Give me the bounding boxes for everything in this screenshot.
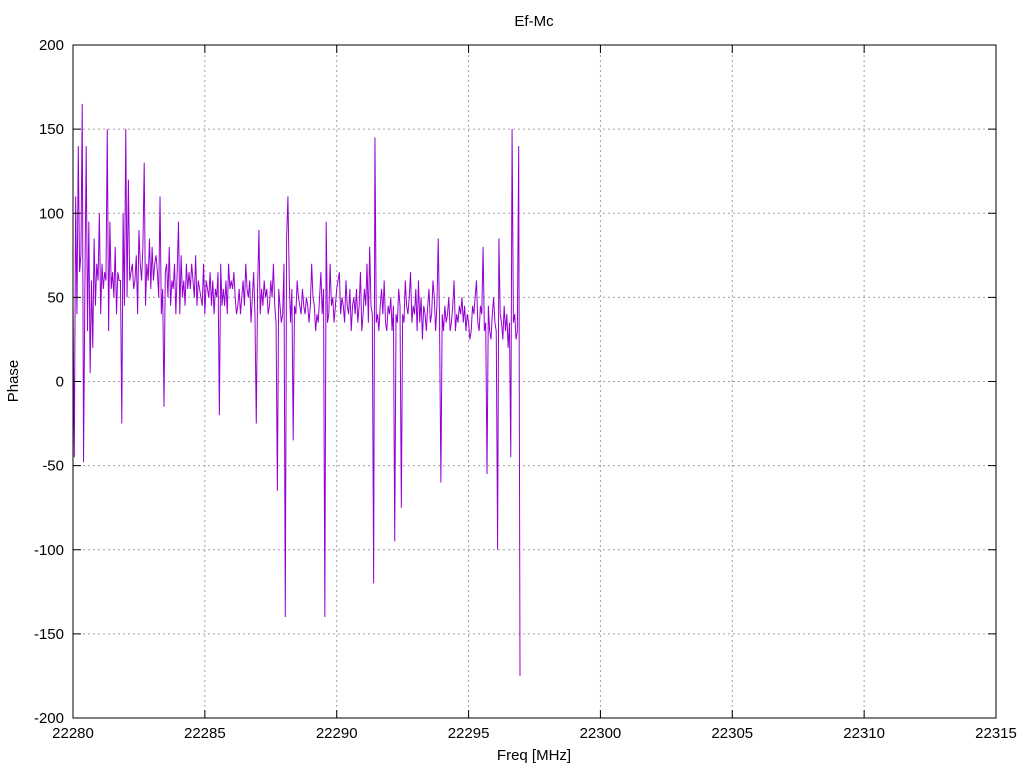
- y-tick-label: 0: [56, 374, 64, 391]
- y-tick-label: -150: [34, 626, 64, 643]
- x-axis-label: Freq [MHz]: [497, 747, 571, 764]
- y-tick-label: -100: [34, 542, 64, 559]
- phase-series: [72, 103, 521, 676]
- y-tick-label: 100: [39, 205, 64, 222]
- y-tick-label: 150: [39, 121, 64, 138]
- y-axis-label: Phase: [5, 360, 22, 403]
- chart-title: Ef-Mc: [514, 13, 554, 30]
- phase-line: [72, 103, 521, 676]
- y-tick-label: 200: [39, 37, 64, 54]
- x-tick-label: 22300: [580, 725, 622, 742]
- x-tick-label: 22290: [316, 725, 358, 742]
- x-tick-label: 22310: [843, 725, 885, 742]
- phase-chart: -200-150-100-5005010015020022280 22285 222…: [5, 13, 1017, 764]
- y-tick-label: -50: [42, 458, 64, 475]
- axis-ticks: -200-150-100-5005010015020022280 22285 222…: [34, 37, 1017, 742]
- grid-lines: [73, 45, 996, 718]
- x-tick-label: 22280: [52, 725, 94, 742]
- x-tick-label: 22285: [184, 725, 226, 742]
- x-tick-label: 22295: [448, 725, 490, 742]
- x-tick-label: 22305: [711, 725, 753, 742]
- y-tick-label: 50: [47, 289, 64, 306]
- x-tick-label: 22315: [975, 725, 1017, 742]
